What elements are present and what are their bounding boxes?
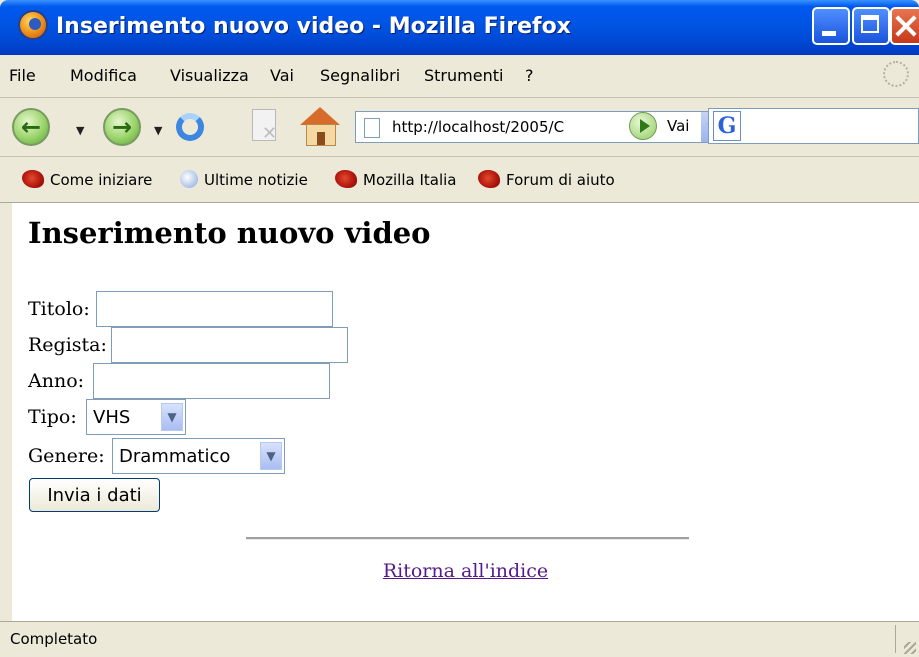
back-to-index-link[interactable]: Ritorna all'indice — [383, 560, 548, 582]
tipo-selected-value: VHS — [93, 407, 131, 428]
back-history-dropdown[interactable]: ▼ — [76, 124, 84, 137]
menu-bar: File Modifica Visualizza Vai Segnalibri … — [0, 55, 919, 98]
forward-button[interactable]: → — [103, 108, 141, 146]
firefox-icon[interactable] — [18, 10, 48, 40]
bookmark-label: Forum di aiuto — [506, 171, 615, 189]
menu-help[interactable]: ? — [525, 66, 534, 85]
mozilla-dino-icon — [22, 170, 44, 188]
bookmark-label: Ultime notizie — [204, 171, 308, 189]
go-icon — [629, 112, 657, 140]
titolo-label: Titolo: — [28, 298, 90, 320]
page-icon — [364, 118, 380, 138]
anno-input[interactable] — [93, 363, 330, 399]
menu-modifica[interactable]: Modifica — [70, 66, 137, 85]
tipo-label: Tipo: — [28, 406, 77, 428]
genere-select[interactable]: Drammatico ▼ — [112, 438, 285, 474]
stop-button[interactable]: ✕ — [248, 109, 280, 145]
regista-label: Regista: — [28, 334, 107, 356]
menu-visualizza[interactable]: Visualizza — [170, 66, 249, 85]
live-feed-icon — [180, 170, 198, 188]
browser-window: Inserimento nuovo video - Mozilla Firefo… — [0, 0, 919, 657]
page-content: Inserimento nuovo video Titolo: Regista:… — [12, 203, 919, 621]
google-icon[interactable]: G — [713, 111, 741, 141]
go-label: Vai — [667, 117, 690, 135]
genere-label: Genere: — [28, 445, 105, 467]
titolo-input[interactable] — [96, 291, 333, 327]
menu-strumenti[interactable]: Strumenti — [424, 66, 503, 85]
reload-button[interactable] — [172, 107, 212, 147]
status-text: Completato — [10, 630, 98, 648]
throbber-icon — [883, 61, 909, 87]
bookmark-mozilla-italia[interactable]: Mozilla Italia — [335, 170, 456, 189]
resize-grip-icon[interactable] — [904, 642, 916, 654]
genere-selected-value: Drammatico — [119, 446, 231, 467]
home-icon — [300, 107, 340, 125]
bookmark-label: Mozilla Italia — [363, 171, 457, 189]
minimize-button[interactable] — [812, 7, 850, 45]
search-box[interactable]: G — [708, 108, 919, 144]
menu-vai[interactable]: Vai — [270, 66, 294, 85]
tipo-select[interactable]: VHS ▼ — [86, 399, 186, 435]
window-title: Inserimento nuovo video - Mozilla Firefo… — [56, 14, 571, 39]
submit-button[interactable]: Invia i dati — [29, 478, 160, 512]
chevron-down-icon[interactable]: ▼ — [260, 442, 282, 470]
regista-input[interactable] — [111, 327, 348, 363]
navigation-toolbar: ← ▼ → ▼ ✕ ▼ Vai G — [0, 98, 919, 157]
page-title: Inserimento nuovo video — [28, 216, 431, 250]
home-icon-door — [317, 132, 325, 145]
status-bar: Completato — [0, 621, 919, 657]
close-button[interactable] — [890, 7, 919, 45]
back-link-container: Ritorna all'indice — [12, 560, 919, 582]
status-panel-divider — [895, 625, 896, 653]
bookmark-forum-di-aiuto[interactable]: Forum di aiuto — [478, 170, 615, 189]
menu-file[interactable]: File — [9, 66, 36, 85]
forward-arrow-icon: → — [111, 113, 133, 141]
title-bar[interactable]: Inserimento nuovo video - Mozilla Firefo… — [0, 0, 919, 55]
chevron-down-icon[interactable]: ▼ — [161, 403, 183, 431]
forward-history-dropdown[interactable]: ▼ — [154, 124, 162, 137]
horizontal-rule — [246, 537, 689, 540]
reload-icon — [176, 113, 204, 141]
bookmark-ultime-notizie[interactable]: Ultime notizie — [180, 170, 308, 189]
home-button[interactable] — [298, 107, 342, 147]
mozilla-dino-icon — [478, 170, 500, 188]
maximize-button[interactable] — [852, 7, 890, 45]
go-button[interactable]: Vai — [629, 112, 701, 142]
menu-segnalibri[interactable]: Segnalibri — [320, 66, 400, 85]
back-arrow-icon: ← — [20, 113, 42, 141]
bookmark-label: Come iniziare — [50, 171, 153, 189]
bookmark-come-iniziare[interactable]: Come iniziare — [22, 170, 152, 189]
mozilla-dino-icon — [335, 170, 357, 188]
back-button[interactable]: ← — [12, 108, 50, 146]
anno-label: Anno: — [28, 370, 85, 392]
bookmarks-toolbar: Come iniziare Ultime notizie Mozilla Ita… — [0, 157, 919, 203]
stop-icon: ✕ — [262, 123, 278, 144]
